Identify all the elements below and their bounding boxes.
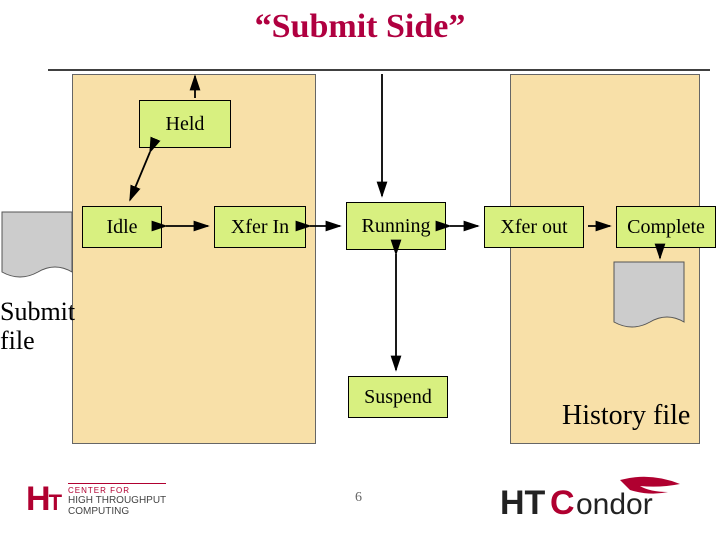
submit-file-doc-icon bbox=[0, 210, 78, 290]
state-complete-label: Complete bbox=[627, 216, 705, 239]
state-xfer-out-label: Xfer out bbox=[500, 216, 567, 239]
state-suspend: Suspend bbox=[348, 376, 448, 418]
slide-title: “Submit Side” bbox=[0, 8, 720, 46]
state-held: Held bbox=[139, 100, 231, 148]
svg-text:ondor: ondor bbox=[576, 488, 653, 521]
svg-text:C: C bbox=[550, 484, 575, 522]
state-idle-label: Idle bbox=[106, 216, 137, 239]
chtc-logo: HT CENTER FOR HIGH THROUGHPUT COMPUTING bbox=[26, 480, 166, 519]
state-xfer-in: Xfer In bbox=[214, 206, 306, 248]
submit-file-label: Submitfile bbox=[0, 298, 75, 355]
state-xfer-out: Xfer out bbox=[484, 206, 584, 248]
state-suspend-label: Suspend bbox=[364, 386, 432, 409]
history-file-label: History file bbox=[562, 400, 690, 432]
state-held-label: Held bbox=[166, 113, 205, 136]
history-file-doc-icon bbox=[612, 260, 690, 340]
state-running: Running bbox=[346, 202, 446, 250]
right-panel bbox=[510, 74, 700, 444]
page-number: 6 bbox=[355, 490, 362, 506]
svg-text:HT: HT bbox=[500, 484, 546, 522]
state-complete: Complete bbox=[616, 206, 716, 248]
state-idle: Idle bbox=[82, 206, 162, 248]
state-running-label: Running bbox=[362, 215, 431, 238]
state-xfer-in-label: Xfer In bbox=[231, 216, 289, 239]
htcondor-logo: HT C ondor bbox=[500, 474, 710, 535]
